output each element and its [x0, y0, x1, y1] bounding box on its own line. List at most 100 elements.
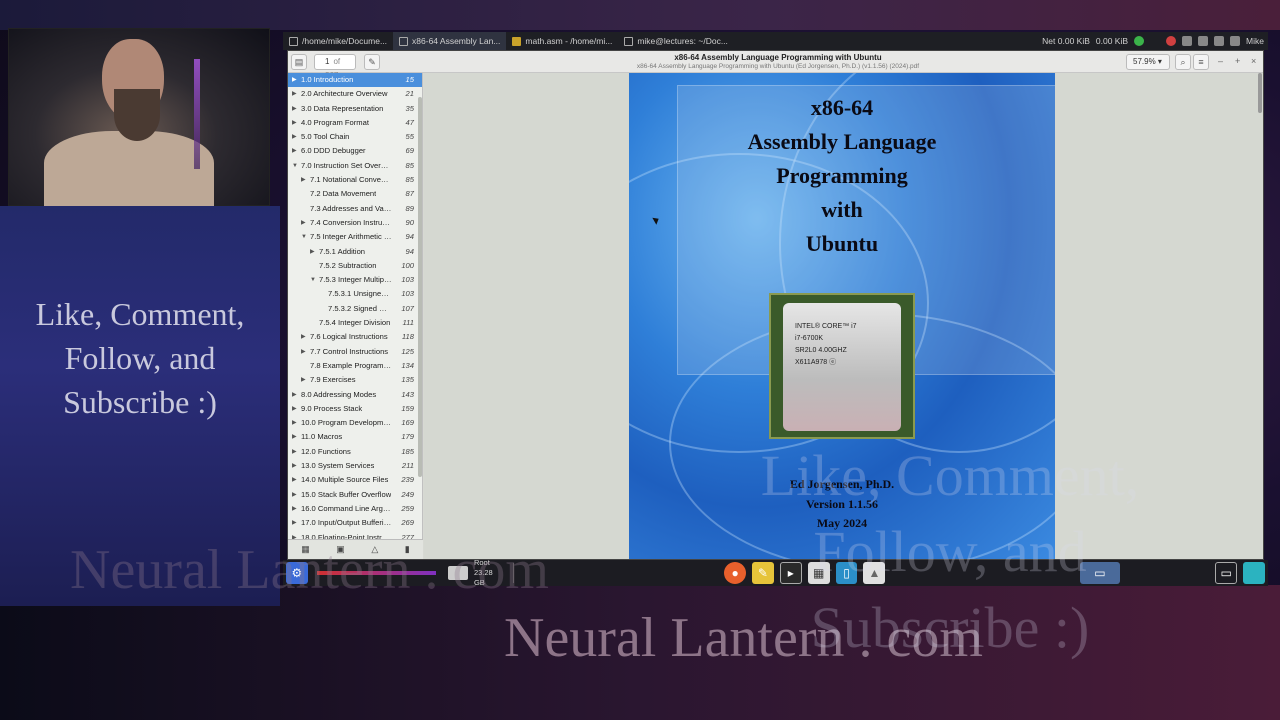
- outline-item[interactable]: ▶ 17.0 Input/Output Buffering 269: [288, 516, 422, 530]
- chevron-right-icon[interactable]: ▶: [292, 445, 297, 459]
- outline-item-page: 100: [401, 260, 414, 270]
- search-icon[interactable]: ⌕: [1175, 54, 1191, 70]
- chevron-down-icon[interactable]: ▼: [310, 273, 316, 287]
- task-pdf-viewer[interactable]: x86-64 Assembly Lan...: [393, 32, 507, 50]
- chevron-right-icon[interactable]: ▶: [301, 330, 306, 344]
- outline-item-page: 134: [401, 360, 414, 370]
- outline-item[interactable]: ▶ 16.0 Command Line Argu... 259: [288, 502, 422, 516]
- task-text-editor[interactable]: math.asm - /home/mi...: [506, 32, 618, 50]
- chevron-right-icon[interactable]: ▶: [301, 373, 306, 387]
- chevron-right-icon[interactable]: ▶: [292, 430, 297, 444]
- outline-item[interactable]: 7.8 Example Program, S... 134: [288, 359, 422, 373]
- outline-item[interactable]: ▶ 7.9 Exercises 135: [288, 373, 422, 387]
- volume-icon[interactable]: [1230, 36, 1241, 46]
- outline-item[interactable]: ▶ 8.0 Addressing Modes 143: [288, 388, 422, 402]
- outline-item[interactable]: 7.5.3.1 Unsigned ... 103: [288, 287, 422, 301]
- chevron-down-icon[interactable]: ▼: [292, 159, 298, 173]
- outline-item[interactable]: 7.5.2 Subtraction 100: [288, 259, 422, 273]
- chevron-right-icon[interactable]: ▶: [292, 116, 297, 130]
- outline-item[interactable]: ▼ 7.5 Integer Arithmetic I... 94: [288, 230, 422, 244]
- menu-icon[interactable]: ≡: [1193, 54, 1209, 70]
- outline-item[interactable]: ▶ 7.4 Conversion Instructi... 90: [288, 216, 422, 230]
- outline-item[interactable]: ▶ 3.0 Data Representation 35: [288, 102, 422, 116]
- outline-item[interactable]: 7.3 Addresses and Values 89: [288, 202, 422, 216]
- outline-item[interactable]: ▶ 11.0 Macros 179: [288, 430, 422, 444]
- top-panel: /home/mike/Docume... x86-64 Assembly Lan…: [283, 32, 1268, 50]
- chevron-right-icon[interactable]: ▶: [301, 345, 306, 359]
- sidebar-scrollbar[interactable]: [418, 97, 422, 477]
- chevron-right-icon[interactable]: ▶: [292, 416, 297, 430]
- presenter: [44, 39, 214, 211]
- chevron-right-icon[interactable]: ▶: [292, 516, 297, 530]
- recording-icon[interactable]: [1166, 36, 1177, 46]
- outline-item-label: 7.8 Example Program, S...: [310, 360, 392, 370]
- outline-item-page: 143: [401, 389, 414, 399]
- cpu-chip-image: INTEL® CORE™ i7 i7-6700K SR2L0 4.00GHZ X…: [769, 293, 915, 439]
- outline-item-label: 8.0 Addressing Modes: [301, 389, 377, 399]
- outline-item[interactable]: 7.2 Data Movement 87: [288, 187, 422, 201]
- outline-item[interactable]: ▶ 4.0 Program Format 47: [288, 116, 422, 130]
- outline-item[interactable]: ▶ 5.0 Tool Chain 55: [288, 130, 422, 144]
- outline-item[interactable]: ▶ 2.0 Architecture Overview 21: [288, 87, 422, 101]
- outline-item[interactable]: ▶ 7.1 Notational Conventi... 85: [288, 173, 422, 187]
- close-button[interactable]: ×: [1251, 56, 1256, 66]
- chevron-right-icon[interactable]: ▶: [292, 87, 297, 101]
- outline-item[interactable]: ▶ 7.6 Logical Instructions 118: [288, 330, 422, 344]
- outline-item[interactable]: 7.5.4 Integer Division 111: [288, 316, 422, 330]
- outline-item[interactable]: ▶ 1.0 Introduction 15: [288, 73, 422, 88]
- editor-icon: [512, 36, 522, 46]
- user-name[interactable]: Mike: [1246, 36, 1264, 46]
- battery-icon[interactable]: [1214, 36, 1225, 46]
- outline-item[interactable]: ▶ 15.0 Stack Buffer Overflow 249: [288, 488, 422, 502]
- document-scrollbar[interactable]: [1258, 73, 1262, 113]
- outline-item[interactable]: ▼ 7.5.3 Integer Multipli... 103: [288, 273, 422, 287]
- folder-icon: [289, 36, 298, 46]
- outline-item[interactable]: ▶ 7.5.1 Addition 94: [288, 245, 422, 259]
- chevron-right-icon[interactable]: ▶: [301, 216, 306, 230]
- chevron-right-icon[interactable]: ▶: [310, 245, 315, 259]
- outline-item-label: 7.3 Addresses and Values: [310, 203, 392, 213]
- outline-item[interactable]: ▼ 7.0 Instruction Set Overview 85: [288, 159, 422, 173]
- webcam-feed: [8, 28, 270, 211]
- chevron-right-icon[interactable]: ▶: [292, 402, 297, 416]
- files-icon[interactable]: ▭: [1215, 562, 1238, 584]
- outline-item[interactable]: ▶ 13.0 System Services 211: [288, 459, 422, 473]
- outline-item[interactable]: ▶ 10.0 Program Development 169: [288, 416, 422, 430]
- chevron-right-icon[interactable]: ▶: [292, 388, 297, 402]
- chevron-down-icon[interactable]: ▼: [301, 230, 307, 244]
- outline-item-page: 15: [405, 75, 414, 84]
- chevron-right-icon[interactable]: ▶: [292, 130, 297, 144]
- display-icon[interactable]: [1182, 36, 1193, 46]
- network-icon[interactable]: [1198, 36, 1209, 46]
- chevron-right-icon[interactable]: ▶: [292, 488, 297, 502]
- outline-item-page: 185: [401, 446, 414, 456]
- chevron-right-icon[interactable]: ▶: [292, 73, 297, 87]
- zoom-select[interactable]: 57.9% ▾: [1126, 54, 1170, 70]
- outline-item[interactable]: ▶ 12.0 Functions 185: [288, 445, 422, 459]
- outline-item-label: 7.5.3 Integer Multipli...: [319, 275, 392, 285]
- outline-item-page: 35: [405, 103, 414, 113]
- sidebar-toggle-icon[interactable]: ▤: [291, 54, 307, 70]
- chevron-right-icon[interactable]: ▶: [292, 144, 297, 158]
- outline-item[interactable]: ▶ 14.0 Multiple Source Files 239: [288, 473, 422, 487]
- outline-item[interactable]: ▶ 9.0 Process Stack 159: [288, 402, 422, 416]
- chevron-right-icon[interactable]: ▶: [292, 473, 297, 487]
- outline-item[interactable]: 7.5.3.2 Signed Mul... 107: [288, 302, 422, 316]
- task-file-manager[interactable]: /home/mike/Docume...: [283, 32, 393, 50]
- outline-item[interactable]: ▶ 7.7 Control Instructions 125: [288, 345, 422, 359]
- outline-item-label: 16.0 Command Line Argu...: [301, 503, 392, 513]
- page-number-field[interactable]: 1of 367: [314, 54, 356, 80]
- task-terminal[interactable]: mike@lectures: ~/Doc...: [618, 32, 734, 50]
- workspace-icon[interactable]: [1243, 562, 1265, 584]
- outline-item-label: 7.2 Data Movement: [310, 189, 377, 199]
- chevron-right-icon[interactable]: ▶: [292, 502, 297, 516]
- chevron-right-icon[interactable]: ▶: [292, 459, 297, 473]
- minimize-button[interactable]: –: [1218, 56, 1223, 66]
- maximize-button[interactable]: +: [1235, 56, 1240, 66]
- outline-item-page: 89: [405, 203, 414, 213]
- chevron-right-icon[interactable]: ▶: [292, 102, 297, 116]
- edit-icon[interactable]: ✎: [364, 54, 380, 70]
- check-icon[interactable]: [1134, 36, 1145, 46]
- chevron-right-icon[interactable]: ▶: [301, 173, 306, 187]
- outline-item[interactable]: ▶ 6.0 DDD Debugger 69: [288, 144, 422, 158]
